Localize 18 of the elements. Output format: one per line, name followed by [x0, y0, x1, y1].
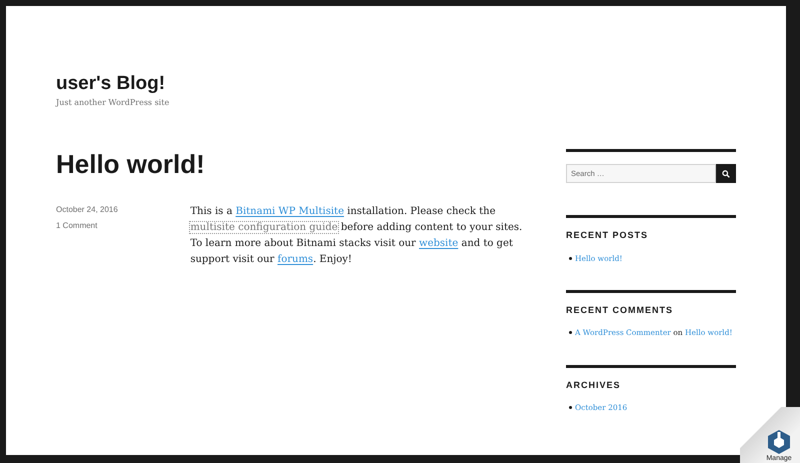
search-button[interactable] [716, 164, 736, 183]
search-icon [722, 170, 730, 178]
widget-title: ARCHIVES [566, 378, 622, 392]
bullet-icon [569, 406, 572, 410]
widget-title: RECENT POSTS [566, 229, 650, 242]
link[interactable]: website [419, 238, 458, 249]
post-title[interactable]: Hello world! [56, 149, 536, 179]
link[interactable]: forums [278, 254, 314, 265]
site-title[interactable]: user's Blog! [56, 72, 736, 96]
comments-link[interactable]: 1 Comment [56, 220, 190, 232]
post-date[interactable]: October 24, 2016 [56, 204, 190, 216]
widget-title: RECENT COMMENTS [566, 304, 674, 317]
site-tagline: Just another WordPress site [56, 97, 170, 109]
bullet-icon [569, 256, 572, 260]
link[interactable]: multisite configuration guide [190, 222, 338, 233]
bullet-icon [569, 331, 572, 334]
post-body: This is a Bitnami WP Multisite installation. Please check the multisite configuration guide before adding content to your sites. To learn more about Bitnami stacks visit our website and to get support visit our forums. Enjoy! [190, 205, 524, 267]
link[interactable]: Bitnami WP Multisite [236, 206, 344, 217]
